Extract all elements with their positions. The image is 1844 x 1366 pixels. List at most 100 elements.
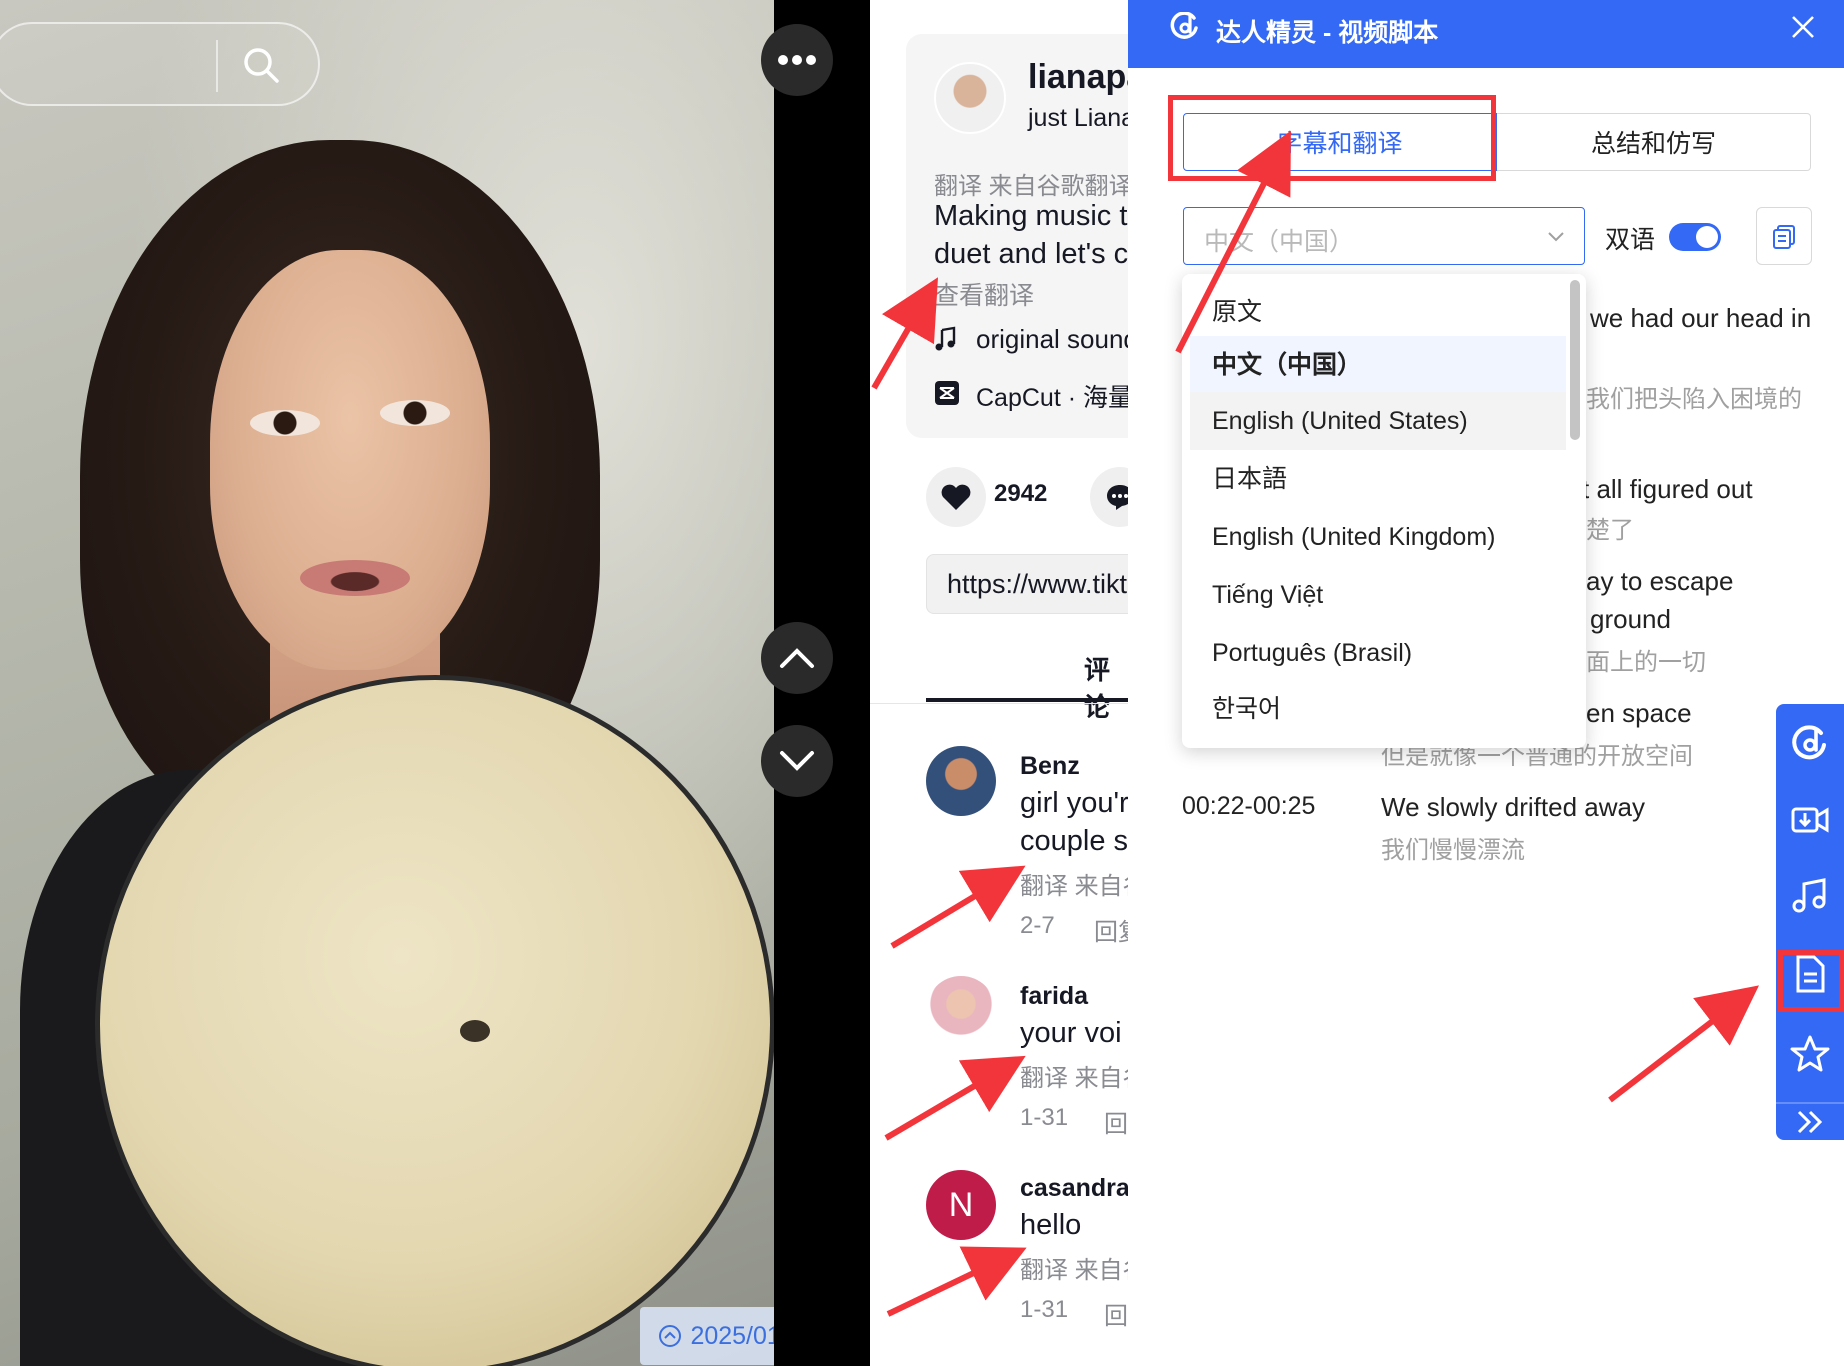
star-icon[interactable] <box>1790 1034 1830 1074</box>
comment-text: couple s <box>1020 825 1128 857</box>
subtitle-cn: 面上的一切 <box>1586 649 1706 676</box>
see-translation-link[interactable]: 查看翻译 <box>934 276 1034 312</box>
dropdown-scrollbar[interactable] <box>1570 280 1580 440</box>
comment-button[interactable] <box>1090 467 1128 527</box>
author-nickname: just Liana <box>1028 104 1128 132</box>
more-options-button[interactable] <box>761 24 833 96</box>
search-icon[interactable] <box>240 44 282 86</box>
copy-icon <box>1773 225 1795 249</box>
subtitle-en: ay to escape <box>1586 566 1734 596</box>
subtitle-cn: 我们把头陷入困境的 <box>1586 386 1802 413</box>
video-subject-eye <box>250 410 320 436</box>
dropdown-option[interactable]: 原文 <box>1190 283 1566 341</box>
subtitle-en: We slowly drifted away <box>1381 792 1645 822</box>
author-username[interactable]: lianapa <box>1028 58 1128 97</box>
search-bar[interactable] <box>0 22 320 106</box>
close-icon[interactable] <box>1788 12 1818 42</box>
video-subject-face <box>210 250 490 670</box>
dropdown-option[interactable]: Português (Brasil) <box>1190 624 1566 682</box>
subtitle-en: ground <box>1590 604 1671 634</box>
subtitle-en: t all figured out <box>1582 474 1753 504</box>
dropdown-option-selected[interactable]: 中文（中国） <box>1190 336 1566 394</box>
panel-header: 达人精灵 - 视频脚本 <box>1128 0 1844 68</box>
comment-text: girl you'r <box>1020 787 1128 819</box>
next-video-button[interactable] <box>761 725 833 797</box>
video-subject-eye <box>380 400 450 426</box>
panel-title: 达人精灵 - 视频脚本 <box>1216 19 1439 47</box>
caption-line: Making music t <box>934 200 1128 232</box>
comment-author[interactable]: casandra <box>1020 1174 1128 1203</box>
video-pancake-spot <box>460 1020 490 1042</box>
comment-reply[interactable]: 回 <box>1104 1296 1128 1331</box>
subtitle-en: we had our head in <box>1590 303 1812 333</box>
bilingual-label: 双语 <box>1605 226 1656 254</box>
bilingual-toggle[interactable] <box>1669 223 1721 251</box>
comment-author[interactable]: Benz <box>1020 752 1080 781</box>
translate-note: 翻译 来自谷歌翻译 <box>934 173 1128 200</box>
comment-reply[interactable]: 回 <box>1104 1104 1128 1139</box>
video-pancake <box>100 680 770 1366</box>
music-icon[interactable] <box>1790 876 1830 916</box>
chevron-up-icon <box>780 648 814 668</box>
double-chevron-right-icon[interactable] <box>1790 1106 1830 1138</box>
comment-text: hello <box>1020 1209 1082 1241</box>
video-player[interactable]: 2025/01/31 <box>0 0 774 1366</box>
comment-date: 1-31 <box>1020 1104 1069 1131</box>
heart-icon <box>941 484 971 510</box>
dropdown-option[interactable]: 日本語 <box>1190 450 1566 508</box>
sound-link[interactable]: original sound <box>976 324 1128 355</box>
caption-line: duet and let's c <box>934 238 1128 270</box>
chevron-up-circle-icon <box>659 1325 682 1347</box>
comment-reply[interactable]: 回复 <box>1094 912 1128 947</box>
video-download-icon[interactable] <box>1790 800 1830 840</box>
video-details: lianapa just Liana 翻译 来自谷歌翻译 Making musi… <box>870 0 1128 1366</box>
comment-translate-link[interactable]: 翻译 来自谷 <box>1020 866 1128 901</box>
app-logo-icon <box>1170 12 1198 39</box>
script-panel: 达人精灵 - 视频脚本 字幕和翻译 总结和仿写 中文（中国） 双语 we had… <box>1128 0 1844 1366</box>
comment-date: 1-31 <box>1020 1296 1069 1323</box>
comment-translate-link[interactable]: 翻译 来自谷 <box>1020 1058 1128 1093</box>
tab-active-underline <box>926 698 1128 702</box>
dropdown-option[interactable]: 한국어 <box>1190 680 1566 738</box>
subtitle-time[interactable]: 00:22-00:25 <box>1182 792 1315 821</box>
comment-avatar[interactable] <box>926 746 996 816</box>
date-text: 2025/01/31 <box>690 1321 774 1350</box>
comment-author[interactable]: farida <box>1020 982 1088 1011</box>
plugin-side-rail <box>1776 704 1844 1140</box>
comment-icon <box>1107 485 1128 510</box>
author-avatar[interactable] <box>934 62 1006 134</box>
chevron-down-icon <box>1548 232 1564 242</box>
comment-translate-link[interactable]: 翻译 来自谷 <box>1020 1250 1128 1285</box>
dropdown-option[interactable]: English (United States) <box>1190 392 1566 450</box>
comment-text: your voi <box>1020 1017 1122 1049</box>
comment-date: 2-7 <box>1020 912 1055 939</box>
comment-avatar[interactable] <box>926 976 996 1046</box>
dropdown-option[interactable]: Tiếng Việt <box>1190 566 1566 624</box>
share-url-box[interactable]: https://www.tikt <box>926 554 1128 614</box>
language-select-value: 中文（中国） <box>1204 228 1355 256</box>
dropdown-option[interactable]: English (United Kingdom) <box>1190 508 1566 566</box>
language-dropdown: 原文 中文（中国） English (United States) 日本語 En… <box>1182 274 1586 748</box>
highlight-box <box>1778 950 1844 1012</box>
toggle-knob <box>1696 226 1718 248</box>
video-subject-mouth <box>300 560 410 596</box>
more-dots-icon <box>778 55 816 65</box>
capcut-link[interactable]: CapCut · 海量 <box>976 378 1128 414</box>
tab-comments[interactable]: 评论 <box>1084 650 1128 724</box>
app-logo-icon[interactable] <box>1790 724 1830 764</box>
tab-divider <box>870 703 1128 704</box>
tab-summary[interactable]: 总结和仿写 <box>1497 113 1811 171</box>
date-badge[interactable]: 2025/01/31 <box>640 1307 774 1365</box>
like-count: 2942 <box>994 480 1048 507</box>
comment-avatar[interactable]: N <box>926 1170 996 1240</box>
capcut-icon <box>935 381 959 405</box>
music-note-icon <box>935 326 956 351</box>
copy-button[interactable] <box>1756 207 1812 265</box>
previous-video-button[interactable] <box>761 622 833 694</box>
subtitle-cn: 楚了 <box>1586 517 1634 544</box>
share-url: https://www.tikt <box>947 569 1128 599</box>
chevron-down-icon <box>780 751 814 771</box>
language-select[interactable]: 中文（中国） <box>1183 207 1585 265</box>
rail-divider <box>1776 1102 1844 1104</box>
like-button[interactable] <box>926 467 986 527</box>
